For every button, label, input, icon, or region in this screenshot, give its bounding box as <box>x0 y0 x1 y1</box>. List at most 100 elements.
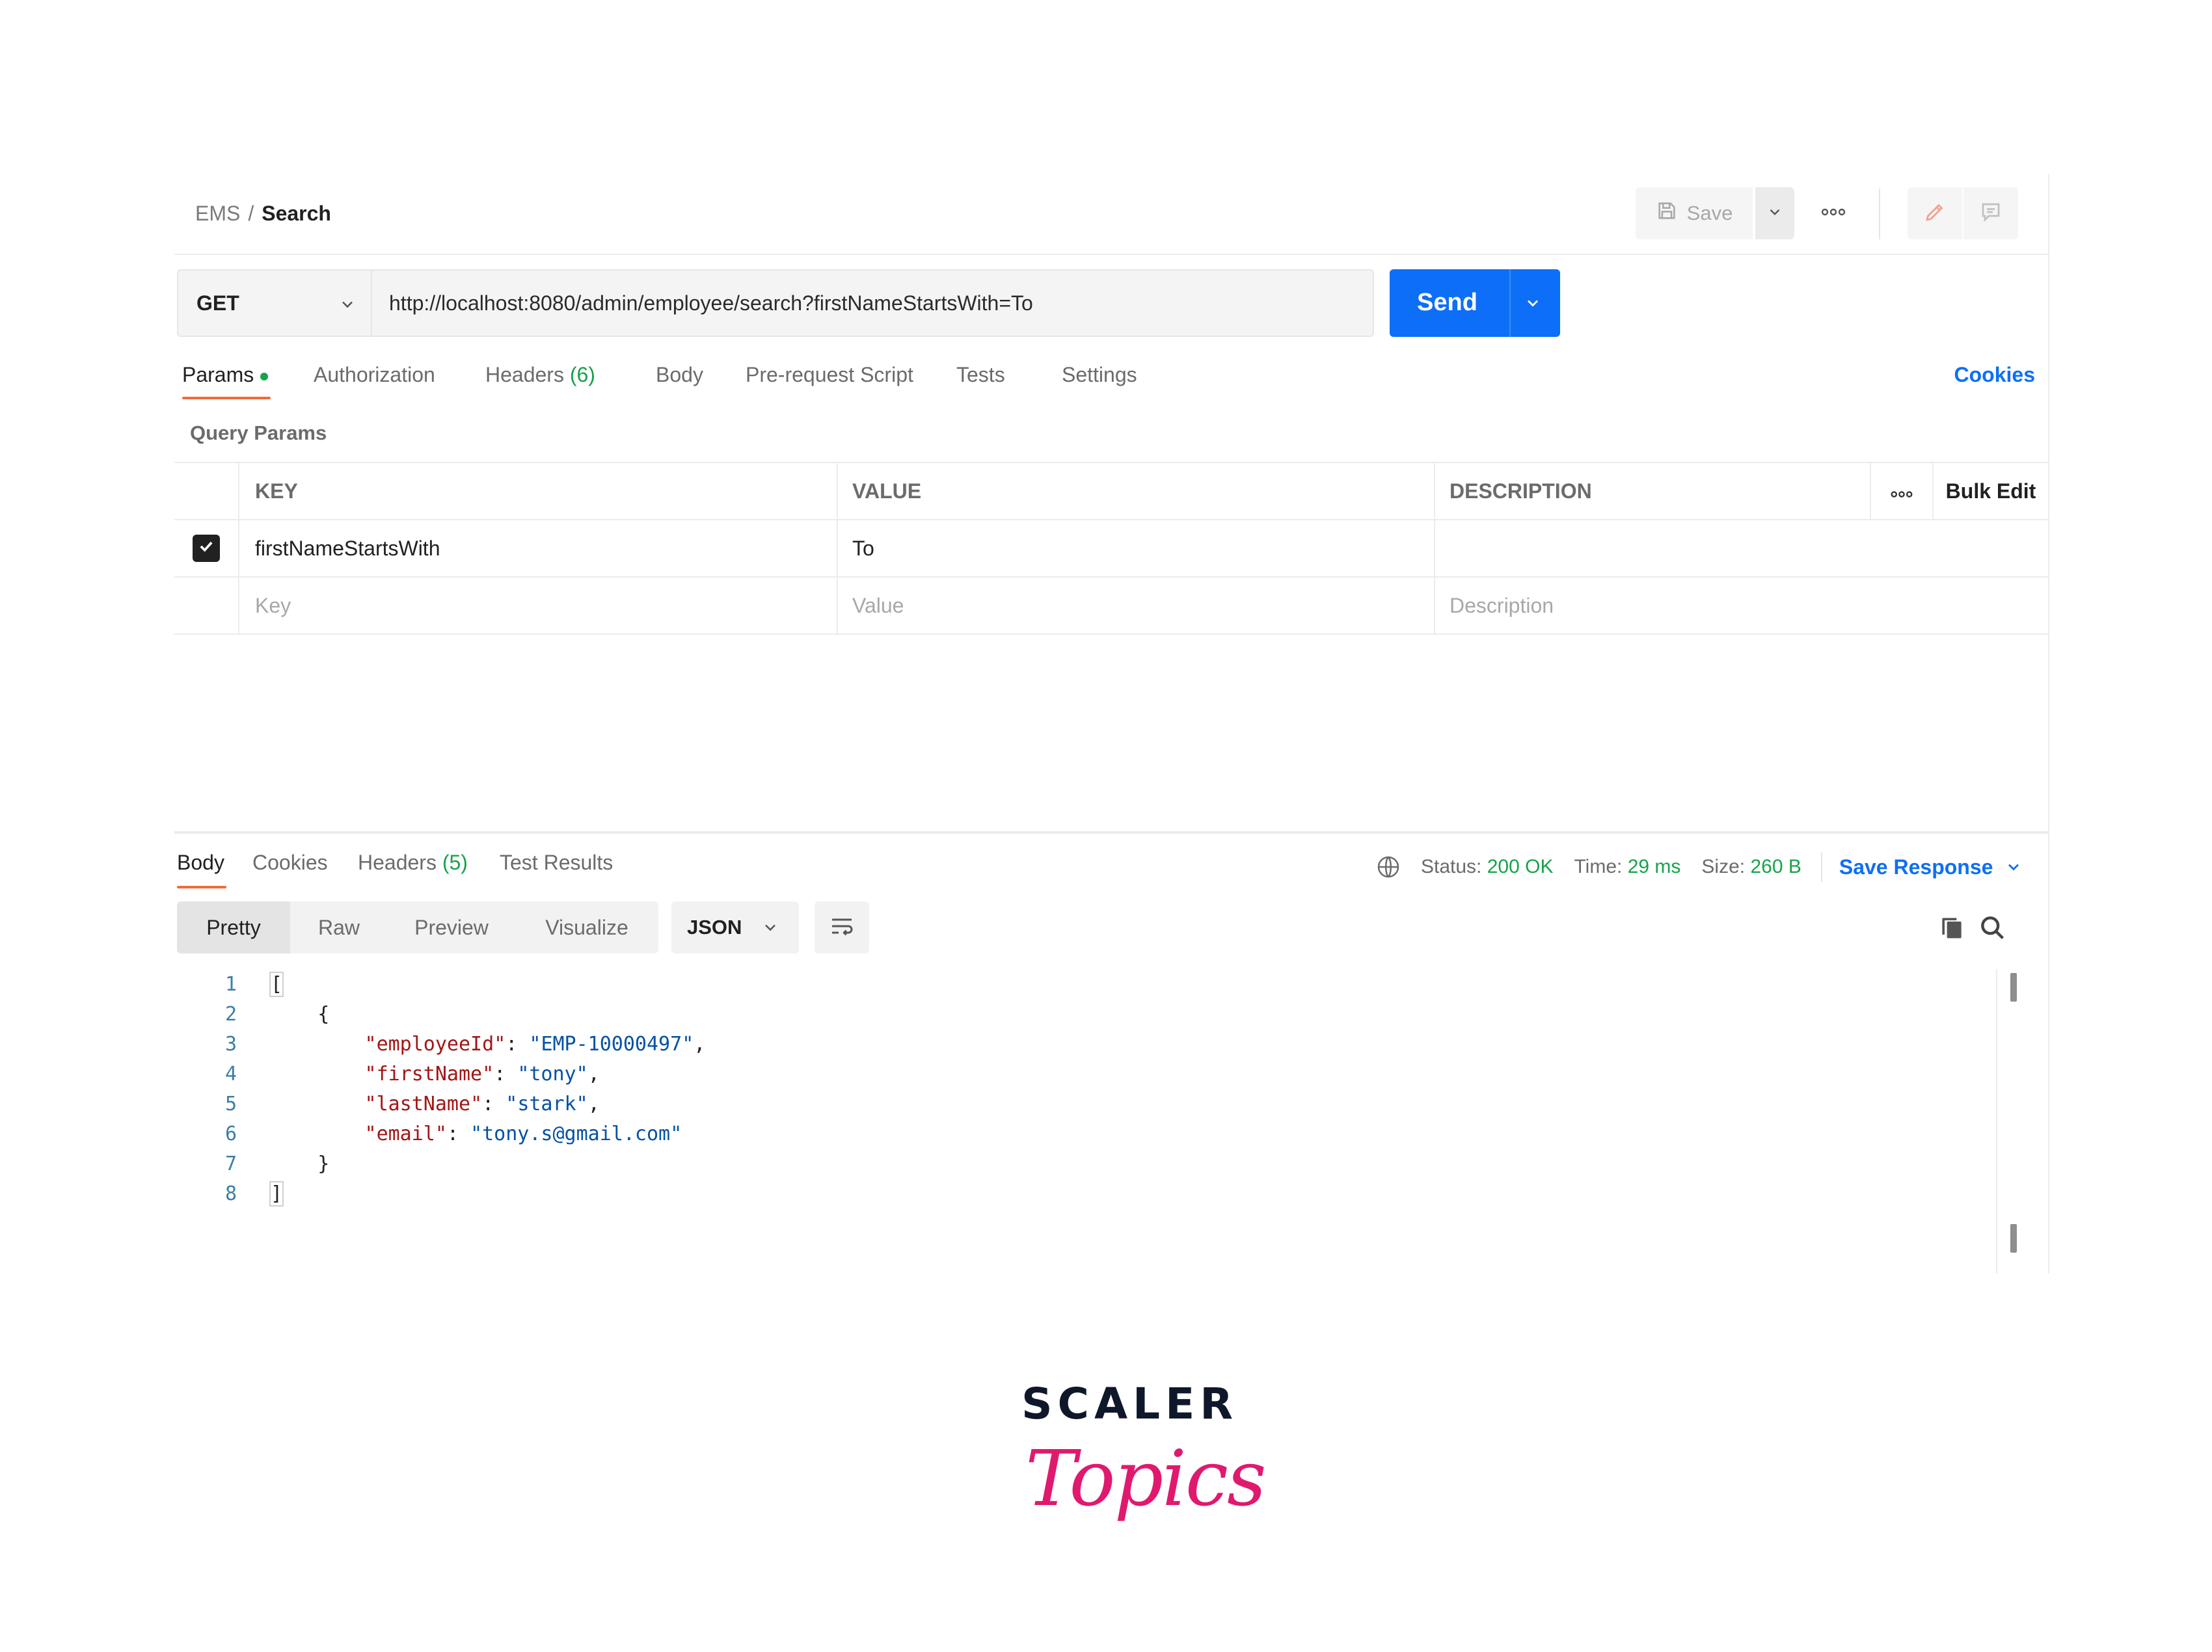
comments-button[interactable] <box>1963 187 2018 239</box>
tab-tests[interactable]: Tests <box>956 363 1005 387</box>
scaler-topics-logo: SCALER Topics <box>1021 1379 1267 1548</box>
format-select[interactable]: JSON <box>671 901 799 953</box>
code-text: "firstName": "tony", <box>364 1062 600 1086</box>
query-params-table: KEY VALUE DESCRIPTION Bulk Edit firstNam… <box>174 462 2048 635</box>
wrap-lines-button[interactable] <box>815 901 869 953</box>
code-line: 4 "firstName": "tony", <box>174 1059 1996 1089</box>
query-params-title: Query Params <box>190 421 327 444</box>
url-bar: GET http://localhost:8080/admin/employee… <box>177 269 2044 337</box>
copy-icon[interactable] <box>1937 913 1966 945</box>
edit-button[interactable] <box>1908 187 1962 239</box>
code-scrollbar-track[interactable] <box>1996 969 1997 1273</box>
more-icon <box>1820 207 1846 219</box>
bulk-edit-button[interactable]: Bulk Edit <box>1932 463 2048 519</box>
line-number: 3 <box>224 1032 237 1056</box>
json-key: employeeId <box>376 1032 494 1056</box>
postman-window: EMS / Search Save GET http://localhost:8… <box>174 174 2049 1273</box>
pencil-icon <box>1923 200 1947 227</box>
save-label: Save <box>1686 202 1733 224</box>
view-pretty[interactable]: Pretty <box>177 901 290 953</box>
code-text: } <box>271 1152 330 1175</box>
param-key-cell[interactable]: firstNameStartsWith <box>238 520 837 576</box>
response-tab-cookies[interactable]: Cookies <box>252 851 328 875</box>
param-value-cell[interactable]: To <box>837 520 1434 576</box>
view-mode-segmented-control: Pretty Raw Preview Visualize <box>177 901 658 953</box>
breadcrumb: EMS / Search <box>195 202 331 226</box>
code-text: "employeeId": "EMP-10000497", <box>364 1032 706 1056</box>
size-value[interactable]: 260 B <box>1750 856 1801 878</box>
new-value-input[interactable]: Value <box>837 578 1434 633</box>
tab-headers[interactable]: Headers (6) <box>485 363 595 387</box>
column-header-key: KEY <box>238 463 837 519</box>
save-response-label: Save Response <box>1839 855 1993 879</box>
view-raw[interactable]: Raw <box>290 901 388 953</box>
save-icon <box>1656 200 1678 227</box>
json-value: tony.s@gmail.com <box>482 1122 671 1145</box>
response-pane-divider[interactable] <box>174 831 2048 834</box>
view-preview[interactable]: Preview <box>388 901 515 953</box>
comment-icon <box>1979 200 2003 227</box>
header-check-cell <box>174 463 238 519</box>
chevron-down-icon <box>2004 858 2023 876</box>
chevron-down-icon[interactable] <box>1524 294 1542 315</box>
param-description-cell[interactable] <box>1434 520 2048 576</box>
save-button[interactable]: Save <box>1636 187 1753 239</box>
breadcrumb-collection[interactable]: EMS <box>195 202 240 225</box>
line-number: 1 <box>224 972 237 996</box>
tab-authorization[interactable]: Authorization <box>314 363 435 387</box>
chevron-down-icon <box>761 918 779 942</box>
search-icon[interactable] <box>1978 913 2006 945</box>
code-line: 3 "employeeId": "EMP-10000497", <box>174 1029 1996 1059</box>
tab-body[interactable]: Body <box>656 363 703 387</box>
method-select[interactable]: GET <box>177 269 372 337</box>
json-key: email <box>376 1122 435 1145</box>
column-header-value: VALUE <box>837 463 1434 519</box>
save-response-button[interactable]: Save Response <box>1839 855 2023 879</box>
tab-params[interactable]: Params <box>182 363 269 387</box>
url-text: http://localhost:8080/admin/employee/sea… <box>389 291 1033 315</box>
new-key-input[interactable]: Key <box>238 578 837 633</box>
more-icon <box>1890 479 1913 503</box>
json-key: firstName <box>376 1062 483 1086</box>
breadcrumb-request-name[interactable]: Search <box>262 202 331 225</box>
tab-settings[interactable]: Settings <box>1062 363 1137 387</box>
send-button[interactable]: Send <box>1390 269 1560 337</box>
logo-wordmark-bottom: Topics <box>1025 1433 1267 1523</box>
param-enabled-checkbox[interactable] <box>193 535 220 562</box>
globe-icon[interactable] <box>1375 854 1401 880</box>
scrollbar-marker <box>2010 1224 2017 1253</box>
new-description-input[interactable]: Description <box>1434 578 2048 633</box>
format-label: JSON <box>687 916 742 939</box>
more-options-button[interactable] <box>1814 200 1853 226</box>
json-value: stark <box>517 1092 576 1115</box>
json-value: EMP-10000497 <box>541 1032 682 1056</box>
response-tab-body[interactable]: Body <box>177 851 224 875</box>
line-number: 5 <box>224 1092 237 1115</box>
tab-params-label: Params <box>182 363 254 386</box>
json-key: lastName <box>376 1092 471 1115</box>
line-number: 6 <box>224 1122 237 1145</box>
cookies-link[interactable]: Cookies <box>1954 363 2035 387</box>
url-input[interactable]: http://localhost:8080/admin/employee/sea… <box>372 269 1374 337</box>
tab-prerequest-script[interactable]: Pre-request Script <box>746 363 913 387</box>
response-body-viewer[interactable]: 1 [ 2 { 3 "employeeId": "EMP-10000497", … <box>174 969 2017 1273</box>
table-options-button[interactable] <box>1870 463 1932 519</box>
response-tab-test-results[interactable]: Test Results <box>500 851 613 875</box>
view-visualize[interactable]: Visualize <box>515 901 658 953</box>
window-border <box>2048 174 2049 1273</box>
status-value[interactable]: 200 OK <box>1487 856 1554 878</box>
checkmark-icon <box>197 537 215 561</box>
code-line: 6 "email": "tony.s@gmail.com" <box>174 1119 1996 1149</box>
line-number: 7 <box>224 1152 237 1175</box>
send-label: Send <box>1417 289 1477 316</box>
response-headers-count: (5) <box>442 851 468 874</box>
time-value[interactable]: 29 ms <box>1628 856 1681 878</box>
code-text: "lastName": "stark", <box>364 1092 600 1115</box>
table-row: firstNameStartsWith To <box>174 520 2048 578</box>
row-checkbox-cell <box>174 578 238 633</box>
response-tab-headers[interactable]: Headers (5) <box>358 851 468 875</box>
chevron-down-icon <box>1766 204 1783 224</box>
table-header-row: KEY VALUE DESCRIPTION Bulk Edit <box>174 462 2048 520</box>
code-text: [ <box>269 971 284 997</box>
save-dropdown-button[interactable] <box>1755 187 1794 239</box>
